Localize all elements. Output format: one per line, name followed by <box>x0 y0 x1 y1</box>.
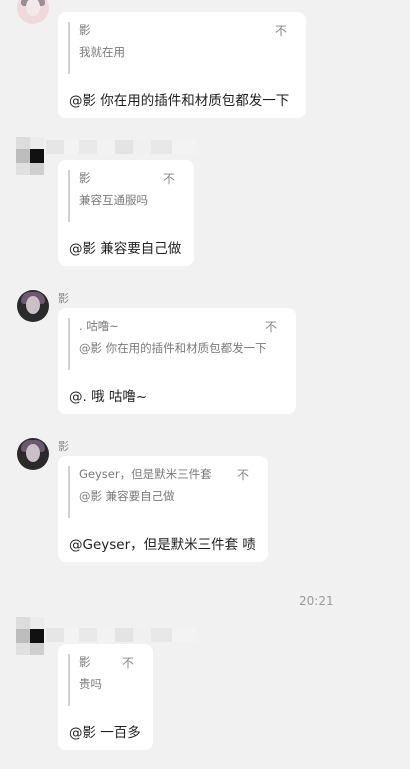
avatar[interactable] <box>17 0 49 24</box>
avatar[interactable] <box>16 617 46 655</box>
message-item: 影 . 咕噜~ @影 你在用的插件和材质包都发一下 不 @. 哦 咕噜~ <box>0 288 410 418</box>
quoted-reply[interactable]: 影 兼容互通服吗 不 <box>68 170 184 222</box>
avatar[interactable] <box>17 438 49 470</box>
close-icon[interactable]: 不 <box>122 654 134 671</box>
message-bubble[interactable]: 影 兼容互通服吗 不 @影 兼容要自己做 <box>58 160 194 266</box>
close-icon[interactable]: 不 <box>275 22 287 39</box>
message-bubble[interactable]: 影 我就在用 不 @影 你在用的插件和材质包都发一下 <box>58 12 306 118</box>
close-icon[interactable]: 不 <box>163 170 175 187</box>
message-text: @影 你在用的插件和材质包都发一下 <box>69 93 290 109</box>
message-item: 影 贵吗 不 @影 一百多 <box>0 610 410 760</box>
message-item: 影 我就在用 不 @影 你在用的插件和材质包都发一下 <box>0 0 410 120</box>
quote-sender: 影 <box>79 23 91 37</box>
quote-text: 贵吗 <box>79 677 102 691</box>
sender-name: 影 <box>58 292 69 305</box>
sender-name-obscured <box>46 628 196 642</box>
avatar[interactable] <box>17 290 49 322</box>
quoted-reply[interactable]: Geyser，但是默米三件套 @影 兼容要自己做 不 <box>68 466 258 518</box>
timestamp: 20:21 <box>299 594 334 608</box>
message-item: 影 Geyser，但是默米三件套 @影 兼容要自己做 不 @Geyser，但是默… <box>0 436 410 566</box>
message-text: @影 兼容要自己做 <box>69 241 182 257</box>
quote-text: 我就在用 <box>79 45 125 59</box>
message-bubble[interactable]: . 咕噜~ @影 你在用的插件和材质包都发一下 不 @. 哦 咕噜~ <box>58 308 296 414</box>
message-bubble[interactable]: Geyser，但是默米三件套 @影 兼容要自己做 不 @Geyser，但是默米三… <box>58 456 268 562</box>
sender-name: 影 <box>58 440 69 453</box>
message-text: @影 一百多 <box>69 725 141 741</box>
quote-sender: Geyser，但是默米三件套 <box>79 467 212 481</box>
close-icon[interactable]: 不 <box>237 466 249 483</box>
quoted-reply[interactable]: . 咕噜~ @影 你在用的插件和材质包都发一下 不 <box>68 318 286 370</box>
quote-text: @影 兼容要自己做 <box>79 489 175 503</box>
message-text: @Geyser，但是默米三件套 啧 <box>69 537 256 553</box>
message-bubble[interactable]: 影 贵吗 不 @影 一百多 <box>58 644 153 750</box>
message-text: @. 哦 咕噜~ <box>69 389 148 405</box>
message-item: 影 兼容互通服吗 不 @影 兼容要自己做 <box>0 130 410 270</box>
quoted-reply[interactable]: 影 我就在用 不 <box>68 22 296 74</box>
quoted-reply[interactable]: 影 贵吗 不 <box>68 654 143 706</box>
avatar[interactable] <box>16 137 46 175</box>
close-icon[interactable]: 不 <box>265 318 277 335</box>
quote-sender: . 咕噜~ <box>79 319 119 333</box>
sender-name-obscured <box>46 140 196 154</box>
quote-text: 兼容互通服吗 <box>79 193 148 207</box>
quote-text: @影 你在用的插件和材质包都发一下 <box>79 341 267 355</box>
